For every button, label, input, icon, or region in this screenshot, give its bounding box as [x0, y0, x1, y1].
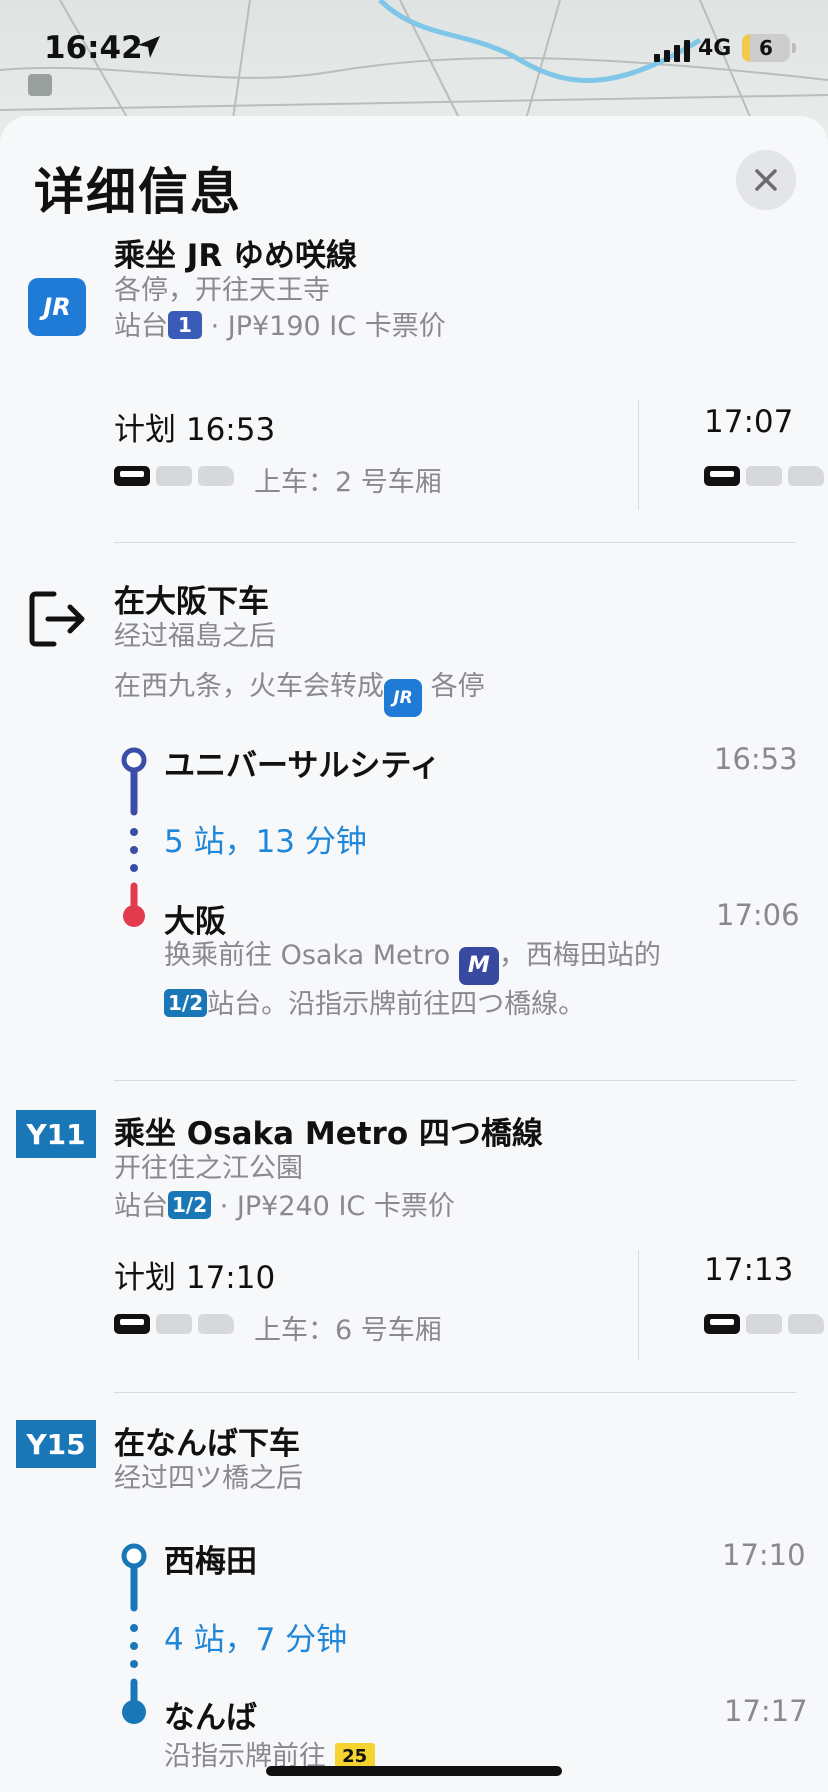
stop-name: 大阪 — [164, 904, 226, 940]
transfer-text: ，西梅田站的 — [498, 940, 661, 971]
battery-level: 6 — [759, 36, 773, 60]
leg2-platform-fare: 站台 1/2 · JP¥240 IC 卡票价 — [114, 1184, 455, 1223]
leg1-subtitle: 各停，开往天王寺 — [114, 275, 330, 306]
jr-logo-icon: JR — [384, 679, 422, 717]
route-track — [121, 1543, 147, 1724]
leg2-boarding: 上车：6 号车厢 — [254, 1315, 442, 1346]
fare-text: · JP¥190 IC 卡票价 — [210, 311, 446, 342]
divider — [114, 542, 796, 543]
route-track — [121, 747, 147, 927]
leg2-subtitle: 开往住之江公園 — [114, 1153, 303, 1184]
status-time: 16:42 — [44, 30, 143, 66]
train-cars-icon — [114, 466, 234, 486]
stop-name: 西梅田 — [164, 1544, 257, 1580]
platform-badge: 1 — [168, 311, 202, 339]
time-divider — [638, 1250, 639, 1360]
train-cars-icon — [114, 1314, 234, 1334]
location-arrow-icon — [136, 34, 162, 64]
transfer-instructions: 换乘前往 Osaka Metro M ，西梅田站的 1/2 站台。沿指示牌前往四つ橋… — [164, 936, 661, 1025]
stop-name: なんば — [164, 1700, 257, 1736]
alight2-subtitle: 经过四ツ橋之后 — [114, 1463, 303, 1494]
details-sheet: 详细信息 JR 乘坐 JR ゆめ咲線 各停，开往天王寺 站台 1 · JP¥190… — [0, 116, 828, 1792]
divider — [114, 1392, 796, 1393]
yotsubashi-line-badge: Y15 — [16, 1420, 96, 1468]
transfer-text: 换乘前往 Osaka Metro — [164, 940, 451, 971]
stop-time: 16:53 — [714, 742, 798, 776]
train-cars-icon — [704, 1314, 824, 1334]
status-bar: 16:42 4G 6 — [0, 0, 828, 100]
note-text: 各停 — [430, 671, 485, 702]
battery-tip — [792, 43, 796, 53]
stops-summary-link[interactable]: 4 站，7 分钟 — [164, 1614, 347, 1659]
close-icon — [755, 169, 777, 191]
alight1-route-note: 在西九条，火车会转成 JR 各停 — [114, 664, 485, 717]
stop-name: ユニバーサルシティ — [164, 748, 441, 784]
stop-time: 17:10 — [722, 1538, 806, 1572]
home-indicator[interactable] — [266, 1766, 562, 1776]
fare-text: · JP¥240 IC 卡票价 — [219, 1191, 455, 1222]
platform-label: 站台 — [114, 1191, 168, 1222]
battery-icon: 6 — [742, 34, 790, 62]
osaka-metro-logo-icon: M — [458, 947, 499, 985]
platform-label: 站台 — [114, 311, 168, 342]
yotsubashi-line-badge: Y11 — [16, 1110, 96, 1158]
exit-icon — [26, 588, 88, 654]
time-divider — [638, 400, 639, 510]
leg2-next-time[interactable]: 17:13 — [704, 1252, 793, 1288]
note-text: 在西九条，火车会转成 — [114, 671, 384, 702]
stops-summary-link[interactable]: 5 站，13 分钟 — [164, 816, 367, 861]
transfer-text: 站台。沿指示牌前往四つ橋線。 — [207, 989, 586, 1020]
stop-time: 17:17 — [724, 1694, 808, 1728]
page-title: 详细信息 — [34, 163, 242, 221]
platform-badge: 1/2 — [168, 1191, 212, 1219]
close-button[interactable] — [736, 150, 796, 210]
alight1-subtitle: 经过福島之后 — [114, 621, 276, 652]
network-type: 4G — [698, 36, 732, 61]
leg2-departure-time: 计划 17:10 — [114, 1260, 276, 1296]
platform-badge: 1/2 — [164, 989, 208, 1017]
leg1-boarding: 上车：2 号车厢 — [254, 467, 442, 498]
divider — [114, 1080, 796, 1081]
cellular-signal-icon — [654, 40, 692, 66]
leg1-next-time[interactable]: 17:07 — [704, 404, 793, 440]
jr-logo-icon: JR — [28, 278, 86, 336]
leg1-departure-time: 计划 16:53 — [114, 412, 276, 448]
stop-time: 17:06 — [716, 898, 800, 932]
leg1-platform-fare: 站台 1 · JP¥190 IC 卡票价 — [114, 304, 446, 343]
train-cars-icon — [704, 466, 824, 486]
